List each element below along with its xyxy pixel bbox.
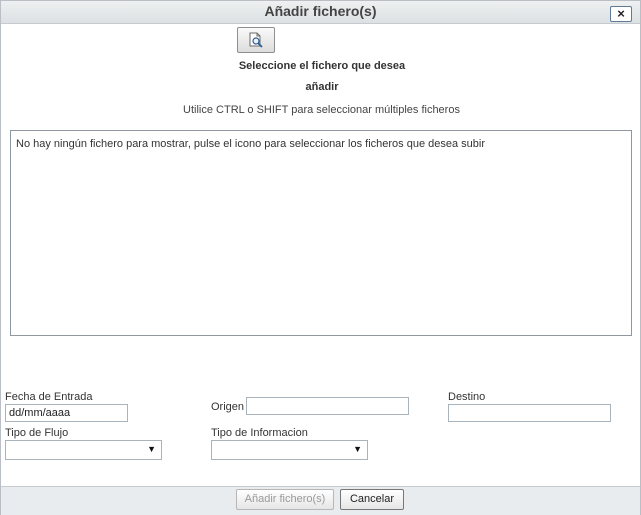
fecha-entrada-label: Fecha de Entrada: [5, 391, 93, 403]
dropdown-arrow-icon: ▼: [147, 444, 156, 454]
tipo-flujo-select[interactable]: ▼: [5, 440, 162, 460]
tipo-flujo-label: Tipo de Flujo: [5, 427, 69, 439]
origen-label: Origen: [211, 401, 245, 413]
dropdown-arrow-icon: ▼: [353, 444, 362, 454]
cancel-button[interactable]: Cancelar: [340, 489, 404, 510]
dialog-title: Añadir fichero(s): [264, 3, 377, 19]
close-button[interactable]: ×: [610, 6, 632, 22]
destino-label: Destino: [448, 391, 486, 403]
origen-field[interactable]: [246, 397, 409, 415]
file-list-area[interactable]: No hay ningún fichero para mostrar, puls…: [10, 130, 632, 336]
magnifier-file-icon: [249, 32, 263, 48]
tipo-informacion-label: Tipo de Informacion: [211, 427, 308, 439]
add-file-dialog: Añadir fichero(s) × Seleccione el ficher…: [0, 0, 641, 515]
dialog-titlebar: Añadir fichero(s) ×: [1, 1, 640, 24]
fecha-entrada-field[interactable]: [5, 404, 128, 422]
browse-files-button[interactable]: [237, 27, 275, 53]
multi-select-hint: Utilice CTRL o SHIFT para seleccionar mú…: [183, 104, 460, 116]
select-file-label: Seleccione el fichero que desea añadir: [238, 60, 406, 93]
file-list-empty-message: No hay ningún fichero para mostrar, puls…: [16, 138, 485, 150]
tipo-informacion-select[interactable]: ▼: [211, 440, 368, 460]
destino-field[interactable]: [448, 404, 611, 422]
add-files-button[interactable]: Añadir fichero(s): [236, 489, 334, 510]
